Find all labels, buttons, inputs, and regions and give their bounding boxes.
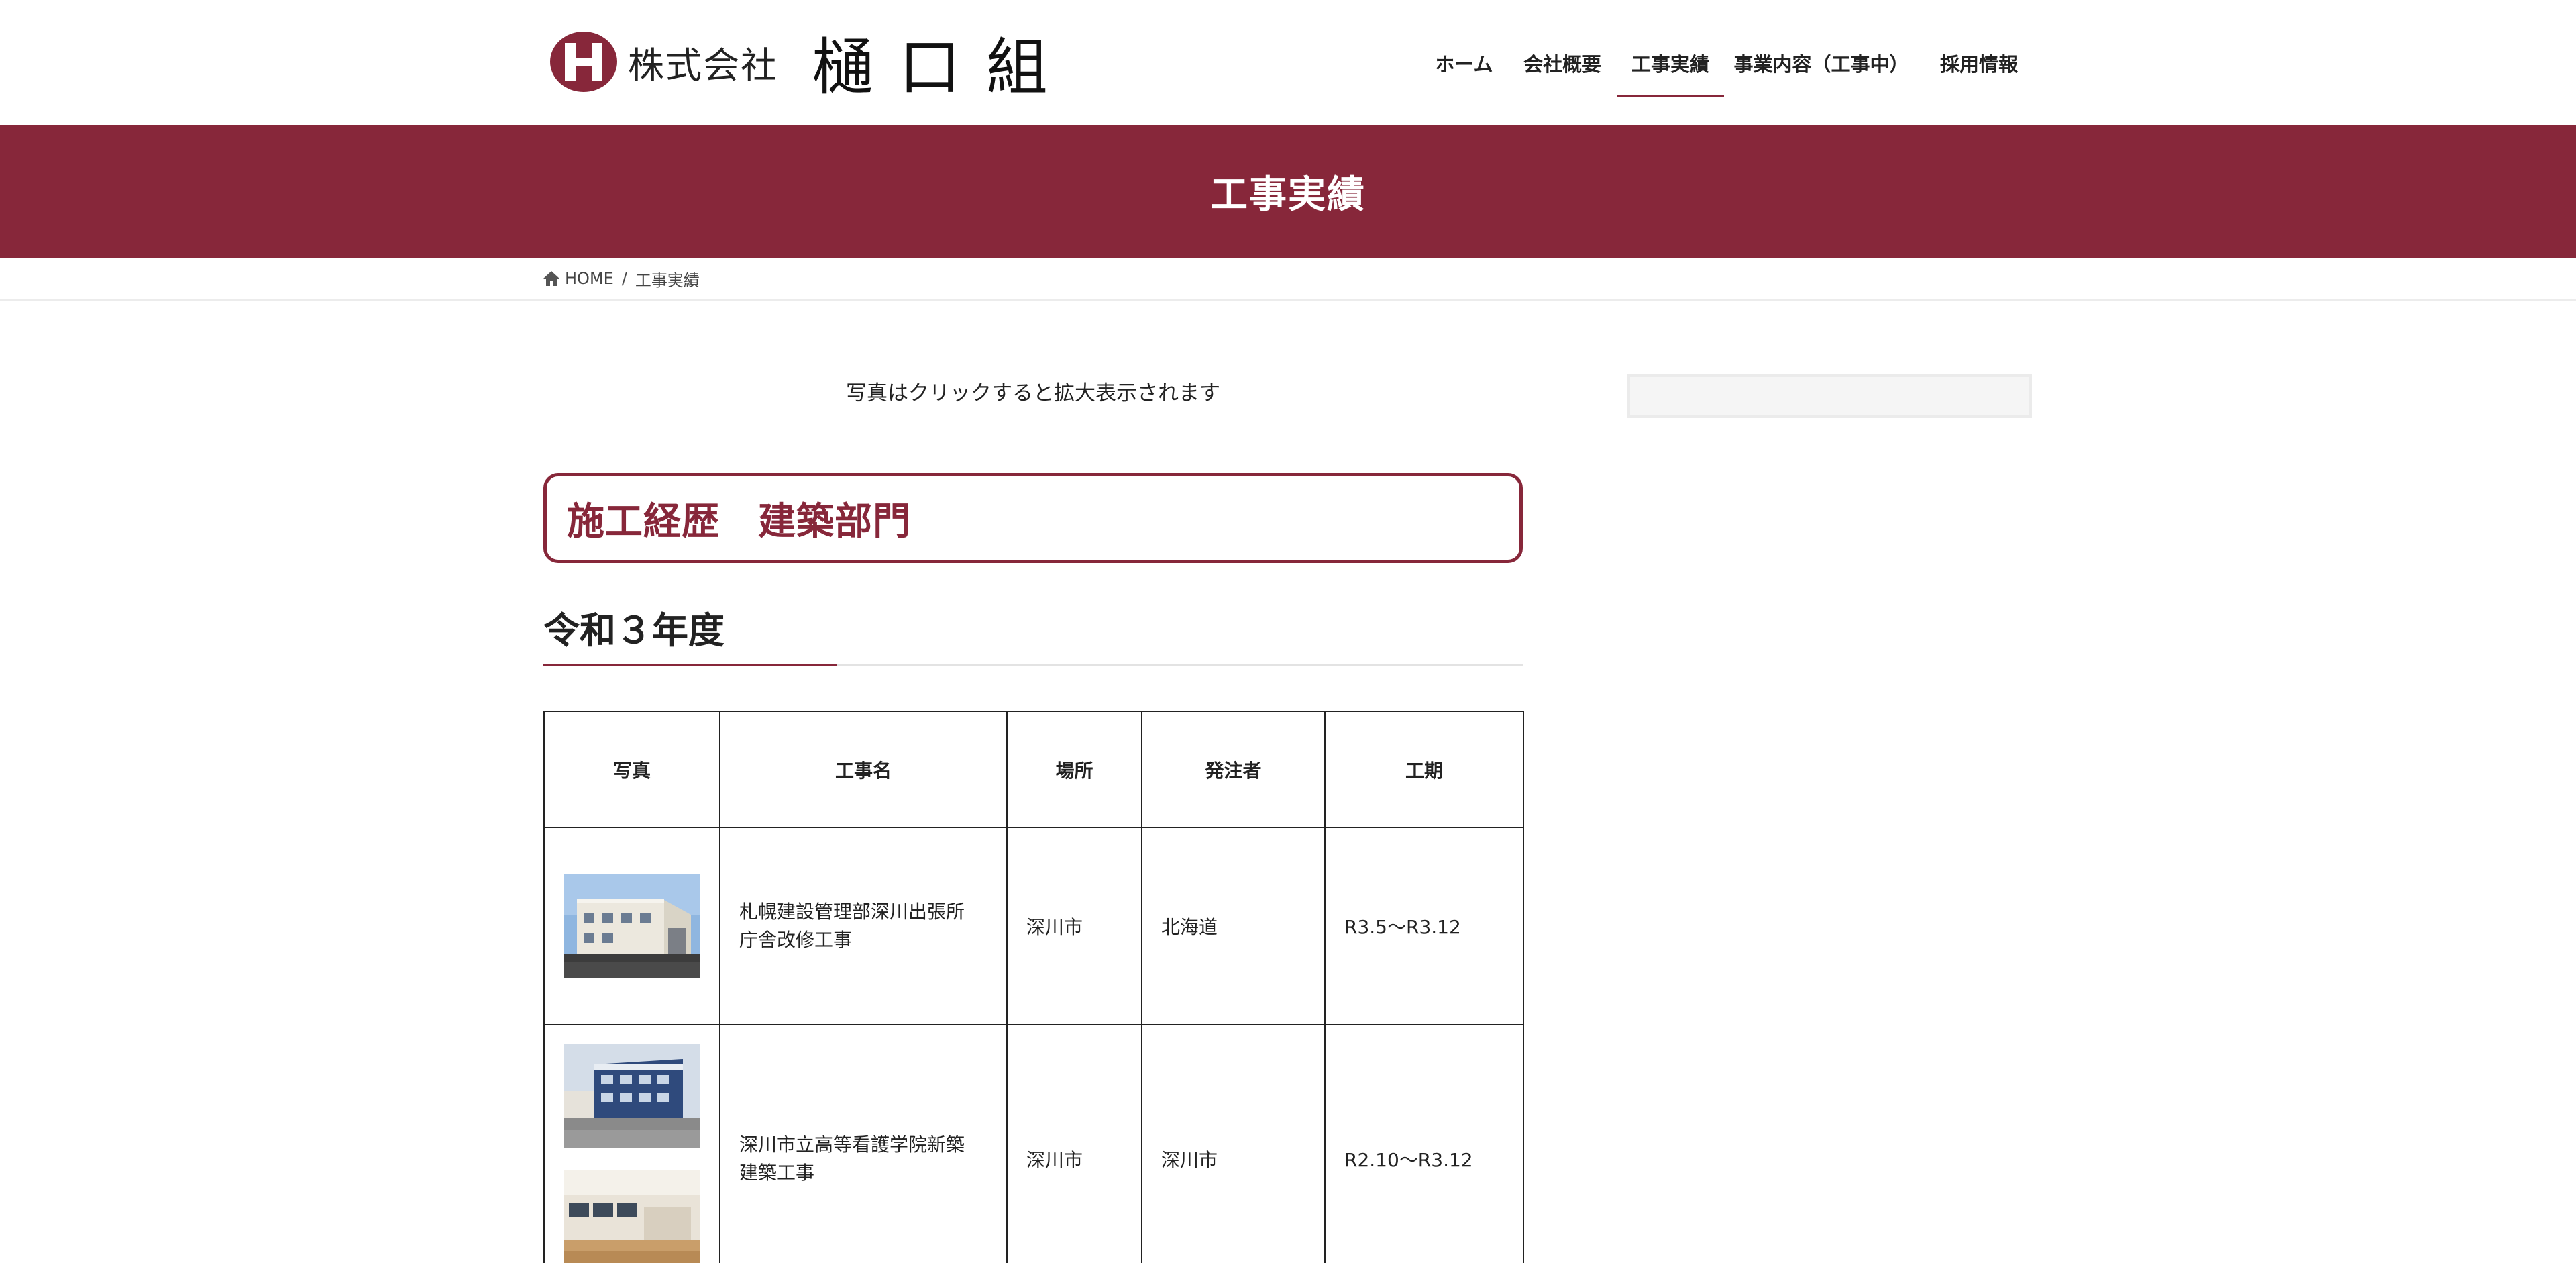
work-name: 深川市立高等看護学院新築 建築工事 bbox=[739, 1131, 1006, 1187]
period-cell: R3.5〜R3.12 bbox=[1324, 827, 1524, 1025]
year-heading-text: 令和３年度 bbox=[543, 609, 724, 652]
sidebar-widget bbox=[1627, 374, 2032, 418]
breadcrumb-home-link[interactable]: HOME bbox=[565, 269, 614, 288]
photo-cell bbox=[543, 827, 720, 1025]
home-icon bbox=[543, 271, 559, 286]
work-name-line-2: 建築工事 bbox=[739, 1162, 815, 1184]
section-title: 施工経歴 建築部門 bbox=[567, 499, 911, 544]
work-name-cell: 札幌建設管理部深川出張所 庁舎改修工事 bbox=[719, 827, 1008, 1025]
nav-item-recruit[interactable]: 採用情報 bbox=[1932, 0, 2026, 125]
photo-cell bbox=[543, 1024, 720, 1263]
breadcrumb-current: 工事実績 bbox=[635, 270, 700, 290]
work-name-cell: 深川市立高等看護学院新築 建築工事 bbox=[719, 1024, 1008, 1263]
work-photo-thumbnail[interactable] bbox=[564, 1170, 700, 1263]
photo-click-notice: 写真はクリックすると拡大表示されます bbox=[846, 381, 1220, 405]
work-name: 札幌建設管理部深川出張所 庁舎改修工事 bbox=[739, 898, 1006, 954]
year-heading: 令和３年度 bbox=[543, 604, 1523, 666]
column-header-photo: 写真 bbox=[543, 711, 720, 828]
works-table: 写真 工事名 場所 発注者 工期 札幌建設管理部深川出張所 庁舎改修工事 深川市… bbox=[543, 711, 1524, 1263]
breadcrumb: HOME / 工事実績 bbox=[0, 258, 2576, 301]
column-header-location: 場所 bbox=[1006, 711, 1142, 828]
nav-item-home[interactable]: ホーム bbox=[1426, 0, 1503, 125]
nav-item-works[interactable]: 工事実績 bbox=[1617, 0, 1724, 125]
location-cell: 深川市 bbox=[1006, 1024, 1142, 1263]
logo-company-type: 株式会社 bbox=[628, 44, 778, 87]
page-title: 工事実績 bbox=[1210, 173, 1366, 217]
column-header-period: 工期 bbox=[1324, 711, 1524, 828]
nav-item-business[interactable]: 事業内容（工事中） bbox=[1731, 0, 1912, 125]
section-header-box: 施工経歴 建築部門 bbox=[543, 473, 1523, 563]
logo-h-mark-icon bbox=[550, 32, 617, 92]
client-cell: 深川市 bbox=[1141, 1024, 1326, 1263]
site-header: 株式会社 樋口組 ホーム 会社概要 工事実績 事業内容（工事中） 採用情報 bbox=[0, 0, 2576, 125]
table-header-row: 写真 工事名 場所 発注者 工期 bbox=[543, 711, 1524, 828]
work-name-line-1: 深川市立高等看護学院新築 bbox=[739, 1133, 965, 1156]
work-name-line-1: 札幌建設管理部深川出張所 bbox=[739, 901, 965, 923]
site-logo[interactable]: 株式会社 樋口組 bbox=[549, 30, 1073, 103]
client-cell: 北海道 bbox=[1141, 827, 1326, 1025]
column-header-client: 発注者 bbox=[1141, 711, 1326, 828]
year-heading-accent-line bbox=[543, 664, 837, 666]
table-row: 深川市立高等看護学院新築 建築工事 深川市 深川市 R2.10〜R3.12 bbox=[543, 1024, 1524, 1263]
work-photo-thumbnail[interactable] bbox=[564, 874, 700, 978]
work-name-line-2: 庁舎改修工事 bbox=[739, 929, 853, 951]
nav-item-company[interactable]: 会社概要 bbox=[1515, 0, 1610, 125]
breadcrumb-separator: / bbox=[621, 269, 627, 288]
column-header-name: 工事名 bbox=[719, 711, 1008, 828]
logo-company-name: 樋口組 bbox=[812, 31, 1074, 103]
page-banner: 工事実績 bbox=[0, 125, 2576, 258]
table-row: 札幌建設管理部深川出張所 庁舎改修工事 深川市 北海道 R3.5〜R3.12 bbox=[543, 827, 1524, 1025]
period-cell: R2.10〜R3.12 bbox=[1324, 1024, 1524, 1263]
location-cell: 深川市 bbox=[1006, 827, 1142, 1025]
work-photo-thumbnail[interactable] bbox=[564, 1044, 700, 1148]
